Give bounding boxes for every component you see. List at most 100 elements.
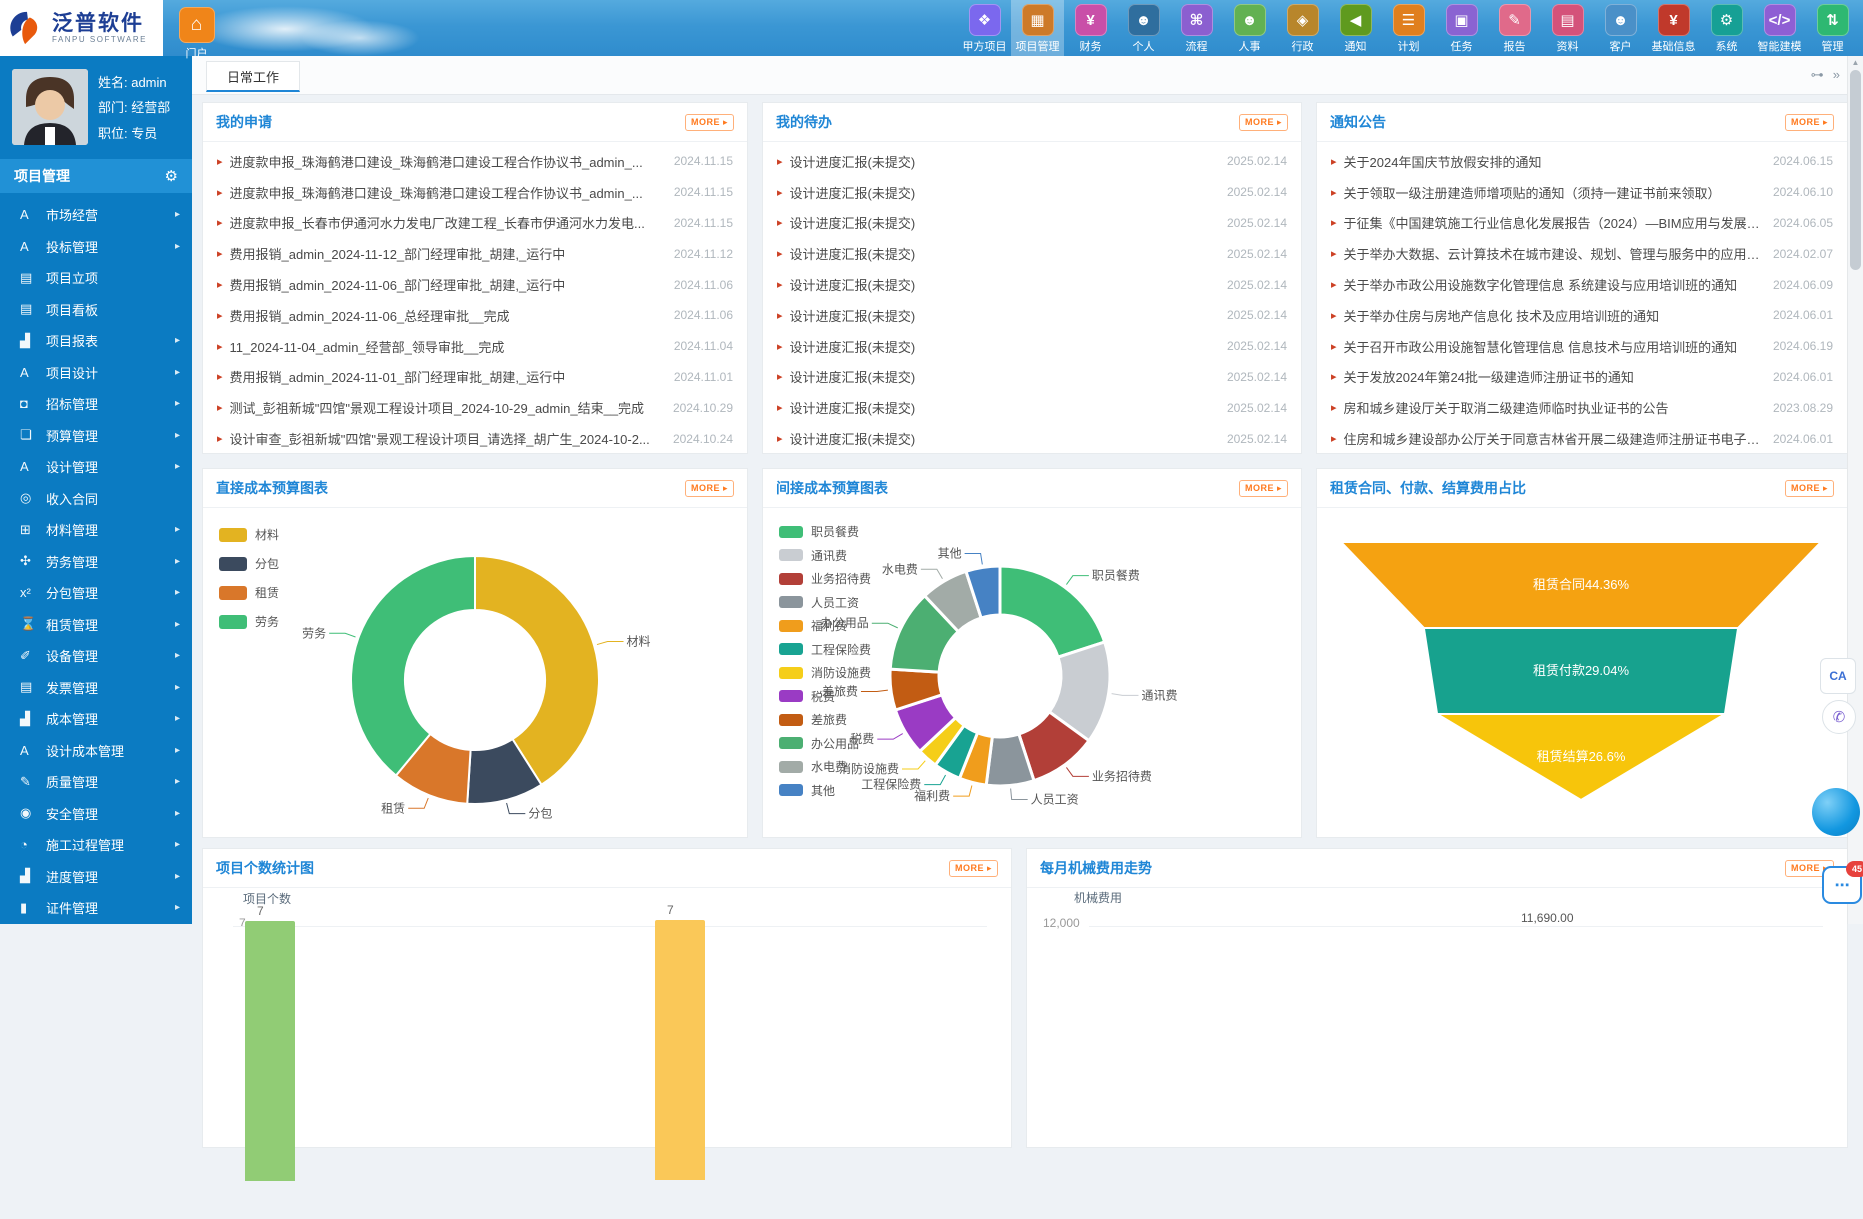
phone-widget[interactable]: ✆ (1822, 700, 1856, 734)
sidebar-item-发票管理[interactable]: ▤发票管理▸ (0, 672, 192, 704)
more-button[interactable]: MORE ▸ (1785, 114, 1834, 131)
sidebar-item-设备管理[interactable]: ✐设备管理▸ (0, 640, 192, 672)
bar[interactable] (245, 921, 295, 1181)
more-button[interactable]: MORE ▸ (1239, 114, 1288, 131)
key-icon[interactable]: ⊶ (1811, 67, 1824, 83)
sidebar-item-投标管理[interactable]: A投标管理▸ (0, 231, 192, 263)
list-item[interactable]: ▸设计进度汇报(未提交)2025.02.14 (763, 146, 1301, 177)
sidebar-item-成本管理[interactable]: ▟成本管理▸ (0, 703, 192, 735)
sidebar-item-项目看板[interactable]: ▤项目看板 (0, 294, 192, 326)
chat-widget[interactable]: ⋯ 45 (1822, 866, 1862, 904)
donut-segment-劳务[interactable] (351, 556, 475, 776)
list-item[interactable]: ▸设计进度汇报(未提交)2025.02.14 (763, 331, 1301, 362)
list-item[interactable]: ▸设计进度汇报(未提交)2025.02.14 (763, 208, 1301, 239)
more-button[interactable]: MORE ▸ (1785, 480, 1834, 497)
more-button[interactable]: MORE ▸ (685, 114, 734, 131)
legend-item[interactable]: 差旅费 (779, 708, 871, 732)
scroll-up-arrow[interactable]: ▲ (1848, 58, 1863, 67)
legend-item[interactable]: 分包 (219, 549, 279, 578)
sidebar-item-收入合同[interactable]: ◎收入合同 (0, 483, 192, 515)
topnav-item[interactable]: ⇅管理 (1806, 0, 1859, 56)
cad-tool-widget[interactable]: CA (1820, 658, 1856, 694)
sidebar-item-材料管理[interactable]: ⊞材料管理▸ (0, 514, 192, 546)
sidebar-item-设计管理[interactable]: A设计管理▸ (0, 451, 192, 483)
sidebar-item-设计成本管理[interactable]: A设计成本管理▸ (0, 735, 192, 767)
list-item[interactable]: ▸费用报销_admin_2024-11-06_部门经理审批_胡建,_运行中202… (203, 269, 747, 300)
settings-gear-icon[interactable]: ⚙ (165, 167, 178, 185)
list-item[interactable]: ▸费用报销_admin_2024-11-06_总经理审批__完成2024.11.… (203, 300, 747, 331)
legend-item[interactable]: 材料 (219, 520, 279, 549)
list-item[interactable]: ▸设计进度汇报(未提交)2025.02.14 (763, 300, 1301, 331)
scrollbar-thumb[interactable] (1850, 70, 1861, 270)
topnav-item[interactable]: ✎报告 (1488, 0, 1541, 56)
list-item[interactable]: ▸费用报销_admin_2024-11-12_部门经理审批_胡建,_运行中202… (203, 238, 747, 269)
topnav-item[interactable]: ❖甲方项目 (958, 0, 1011, 56)
list-item[interactable]: ▸于征集《中国建筑施工行业信息化发展报告（2024）—BIM应用与发展》材料..… (1317, 208, 1847, 239)
topnav-item[interactable]: ☻人事 (1223, 0, 1276, 56)
expand-icon[interactable]: » (1833, 67, 1840, 83)
list-item[interactable]: ▸关于发放2024年第24批一级建造师注册证书的通知2024.06.01 (1317, 362, 1847, 393)
list-item[interactable]: ▸测试_彭祖新城"四馆"景观工程设计项目_2024-10-29_admin_结束… (203, 392, 747, 423)
list-item[interactable]: ▸关于2024年国庆节放假安排的通知2024.06.15 (1317, 146, 1847, 177)
list-item[interactable]: ▸进度款申报_长春市伊通河水力发电厂改建工程_长春市伊通河水力发电...2024… (203, 208, 747, 239)
sidebar-item-招标管理[interactable]: ◘招标管理▸ (0, 388, 192, 420)
legend-item[interactable]: 其他 (779, 779, 871, 803)
topnav-item[interactable]: ◈行政 (1276, 0, 1329, 56)
tab-daily-work[interactable]: 日常工作 (206, 61, 300, 92)
service-bubble-widget[interactable] (1812, 788, 1860, 836)
machine-cost-line-chart[interactable]: 机械费用 12,000 11,690.00 (1027, 888, 1847, 1219)
topnav-item[interactable]: ¥基础信息 (1647, 0, 1700, 56)
more-button[interactable]: MORE ▸ (685, 480, 734, 497)
topnav-item-portal[interactable]: ⌂ 门户 (170, 3, 223, 61)
sidebar-item-劳务管理[interactable]: ✣劳务管理▸ (0, 546, 192, 578)
topnav-item[interactable]: ☻客户 (1594, 0, 1647, 56)
topnav-item[interactable]: ◀通知 (1329, 0, 1382, 56)
legend-item[interactable]: 人员工资 (779, 591, 871, 615)
topnav-item[interactable]: </>智能建模 (1753, 0, 1806, 56)
list-item[interactable]: ▸关于举办大数据、云计算技术在城市建设、规划、管理与服务中的应用培训班...20… (1317, 238, 1847, 269)
topnav-item[interactable]: ¥财务 (1064, 0, 1117, 56)
direct-cost-donut-chart[interactable]: 材料分包租赁劳务 (203, 508, 747, 839)
sidebar-item-进度管理[interactable]: ▟进度管理▸ (0, 861, 192, 893)
list-item[interactable]: ▸设计进度汇报(未提交)2025.02.14 (763, 362, 1301, 393)
legend-item[interactable]: 租赁 (219, 578, 279, 607)
topnav-item[interactable]: ☰计划 (1382, 0, 1435, 56)
more-button[interactable]: MORE ▸ (949, 860, 998, 877)
list-item[interactable]: ▸住房和城乡建设部办公厅关于同意吉林省开展二级建造师注册证书电子化试点...20… (1317, 423, 1847, 454)
legend-item[interactable]: 工程保险费 (779, 638, 871, 662)
legend-item[interactable]: 福利费 (779, 614, 871, 638)
legend-item[interactable]: 通讯费 (779, 544, 871, 568)
list-item[interactable]: ▸设计进度汇报(未提交)2025.02.14 (763, 423, 1301, 454)
list-item[interactable]: ▸11_2024-11-04_admin_经营部_领导审批__完成2024.11… (203, 331, 747, 362)
bar[interactable] (655, 920, 705, 1180)
topnav-item[interactable]: ☻个人 (1117, 0, 1170, 56)
legend-item[interactable]: 业务招待费 (779, 567, 871, 591)
legend-item[interactable]: 办公用品 (779, 732, 871, 756)
list-item[interactable]: ▸关于召开市政公用设施智慧化管理信息 信息技术与应用培训班的通知2024.06.… (1317, 331, 1847, 362)
list-item[interactable]: ▸房和城乡建设厅关于取消二级建造师临时执业证书的公告2023.08.29 (1317, 392, 1847, 423)
topnav-item[interactable]: ▤资料 (1541, 0, 1594, 56)
list-item[interactable]: ▸进度款申报_珠海鹤港口建设_珠海鹤港口建设工程合作协议书_admin_...2… (203, 146, 747, 177)
legend-item[interactable]: 水电费 (779, 755, 871, 779)
sidebar-item-预算管理[interactable]: ❏预算管理▸ (0, 420, 192, 452)
sidebar-item-证件管理[interactable]: ▮证件管理▸ (0, 892, 192, 924)
sidebar-item-分包管理[interactable]: x²分包管理▸ (0, 577, 192, 609)
app-logo[interactable]: 泛普软件 FANPU SOFTWARE (0, 0, 163, 56)
topnav-item[interactable]: ⌘流程 (1170, 0, 1223, 56)
sidebar-item-施工过程管理[interactable]: ◔施工过程管理▸ (0, 829, 192, 861)
list-item[interactable]: ▸设计进度汇报(未提交)2025.02.14 (763, 238, 1301, 269)
more-button[interactable]: MORE ▸ (1239, 480, 1288, 497)
project-count-bar-chart[interactable]: 项目个数 7 7 7 (203, 888, 1011, 1219)
topnav-item[interactable]: ▦项目管理 (1011, 0, 1064, 56)
sidebar-item-租赁管理[interactable]: ⌛租赁管理▸ (0, 609, 192, 641)
list-item[interactable]: ▸设计进度汇报(未提交)2025.02.14 (763, 177, 1301, 208)
sidebar-item-项目立项[interactable]: ▤项目立项 (0, 262, 192, 294)
list-item[interactable]: ▸设计进度汇报(未提交)2025.02.14 (763, 392, 1301, 423)
donut-segment-职员餐费[interactable] (1000, 566, 1105, 657)
list-item[interactable]: ▸关于举办市政公用设施数字化管理信息 系统建设与应用培训班的通知2024.06.… (1317, 269, 1847, 300)
sidebar-item-市场经营[interactable]: A市场经营▸ (0, 199, 192, 231)
legend-item[interactable]: 职员餐费 (779, 520, 871, 544)
list-item[interactable]: ▸关于举办住房与房地产信息化 技术及应用培训班的通知2024.06.01 (1317, 300, 1847, 331)
sidebar-item-质量管理[interactable]: ✎质量管理▸ (0, 766, 192, 798)
list-item[interactable]: ▸关于领取一级注册建造师增项贴的通知（须持一建证书前来领取）2024.06.10 (1317, 177, 1847, 208)
